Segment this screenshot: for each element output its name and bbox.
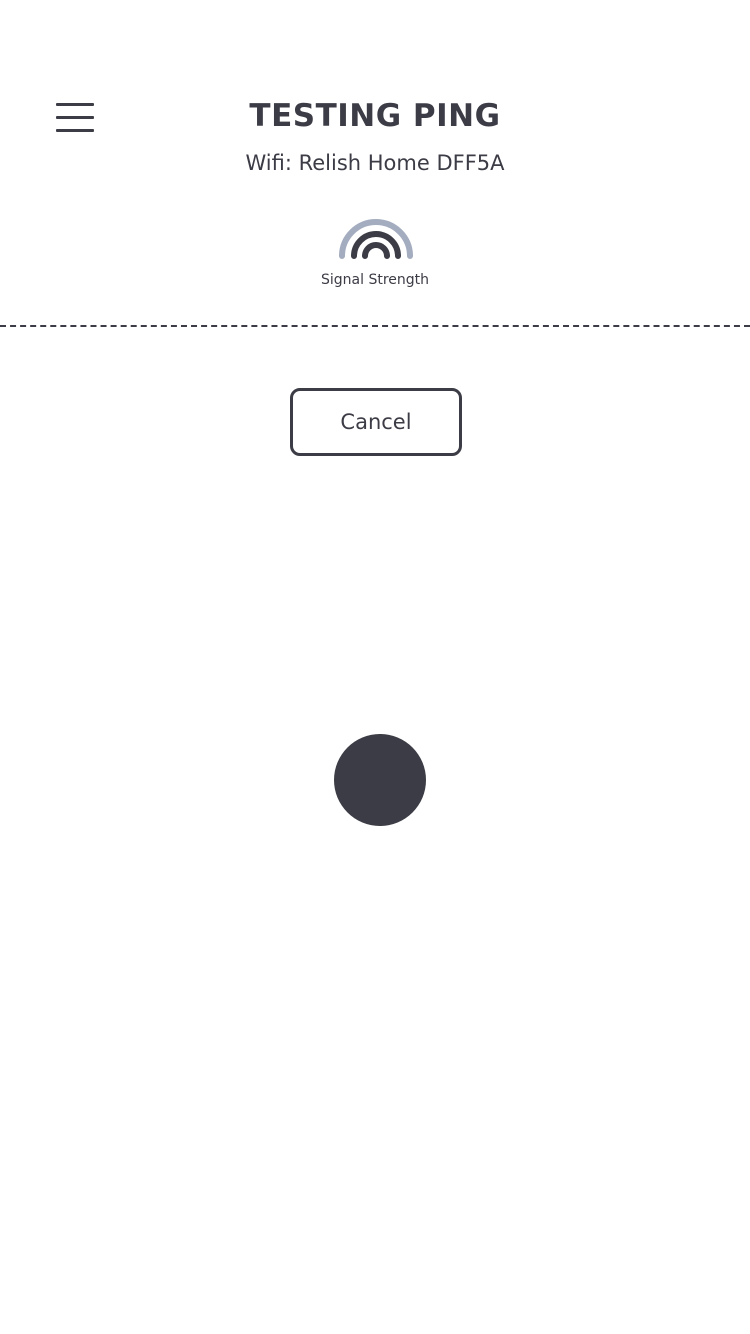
signal-strength-label: Signal Strength [320,272,429,288]
wifi-signal-icon [339,219,413,259]
dashed-divider [0,325,750,327]
page-title: TESTING PING [249,98,501,134]
wifi-network-name: Wifi: Relish Home DFF5A [245,151,505,175]
loading-dot-icon [334,734,426,826]
signal-arc-inner [362,242,390,259]
cancel-button[interactable]: Cancel [290,388,462,456]
